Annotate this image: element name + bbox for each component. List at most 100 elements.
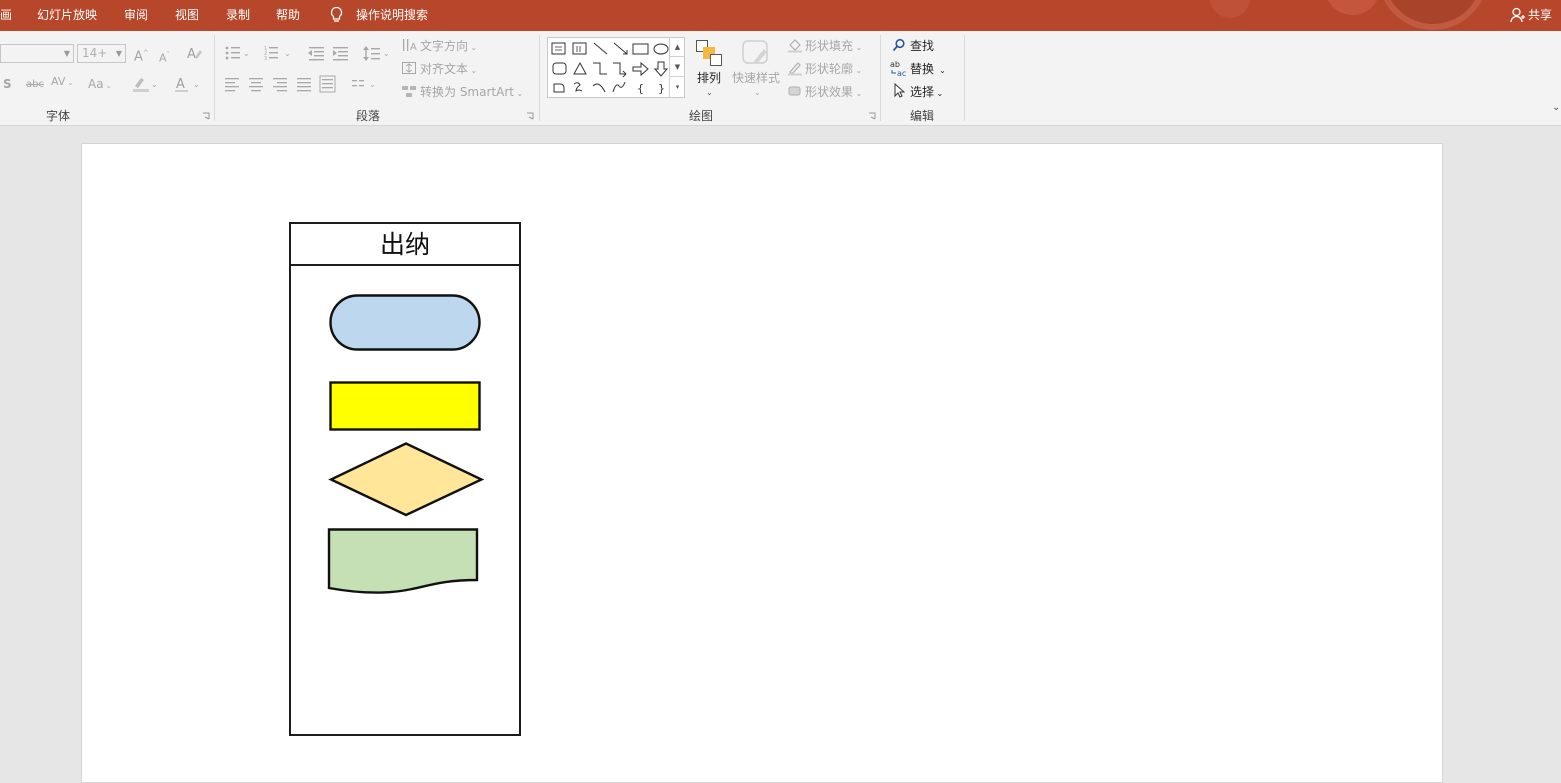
process-shape[interactable] xyxy=(329,381,481,431)
chevron-down-icon: ▼ xyxy=(63,49,70,58)
tell-me-search[interactable]: 操作说明搜索 xyxy=(356,7,428,23)
shape-fill-button[interactable]: 形状填充 ⌄ xyxy=(805,39,862,55)
svg-text:}: } xyxy=(658,82,665,95)
clear-formatting-icon[interactable]: A xyxy=(186,45,203,61)
gallery-more-icon[interactable]: ▾ xyxy=(670,77,685,97)
share-button[interactable]: 共享 xyxy=(1528,7,1552,23)
tab-view[interactable]: 视图 xyxy=(175,7,199,23)
character-spacing-icon[interactable]: AV ⌄ xyxy=(51,75,73,90)
shape-icons-grid: { } xyxy=(551,42,669,95)
shape-outline-label: 形状轮廓 xyxy=(805,62,854,76)
replace-icon: ab ac xyxy=(890,60,906,77)
text-direction-button[interactable]: 文字方向 ⌄ xyxy=(420,39,477,55)
shape-effects-button[interactable]: 形状效果 ⌄ xyxy=(805,85,862,101)
svg-text:⌄: ⌄ xyxy=(369,80,376,89)
align-text-icon[interactable] xyxy=(401,60,417,76)
dialog-launcher-icon[interactable] xyxy=(202,112,210,120)
svg-text:ac: ac xyxy=(897,69,906,77)
find-button[interactable]: 查找 xyxy=(910,39,934,53)
decision-shape[interactable] xyxy=(328,442,484,517)
svg-text:⌄: ⌄ xyxy=(243,49,250,58)
align-text-button[interactable]: 对齐文本 ⌄ xyxy=(420,62,477,78)
cursor-arrow-icon xyxy=(894,83,905,98)
group-separator xyxy=(964,35,965,121)
arrange-icon[interactable] xyxy=(695,39,723,67)
svg-text:A: A xyxy=(410,42,417,53)
font-size-combo[interactable]: 14+ ▼ xyxy=(77,44,126,63)
svg-text:⌄: ⌄ xyxy=(151,80,158,89)
text-direction-label: 文字方向 xyxy=(420,39,469,53)
gallery-scroll: ▲ ▼ ▾ xyxy=(669,37,685,98)
svg-text:⌄: ⌄ xyxy=(193,80,200,89)
tab-animations[interactable]: 画 xyxy=(0,7,12,23)
chevron-down-icon: ▼ xyxy=(115,49,122,58)
tab-record[interactable]: 录制 xyxy=(226,7,250,23)
shape-outline-icon[interactable] xyxy=(787,60,803,76)
tab-slideshow[interactable]: 幻灯片放映 xyxy=(37,7,97,23)
group-separator xyxy=(539,35,540,121)
font-name-combo[interactable]: ▼ xyxy=(0,44,74,63)
process-body xyxy=(329,381,481,431)
svg-text:⌄: ⌄ xyxy=(284,49,291,58)
paragraph-group-label: 段落 xyxy=(356,109,381,123)
decorative-circle xyxy=(1210,0,1250,18)
convert-smartart-button[interactable]: 转换为 SmartArt ⌄ xyxy=(420,85,523,101)
dialog-launcher-icon[interactable] xyxy=(868,112,876,120)
text-direction-icon[interactable]: A xyxy=(401,37,417,53)
ribbon: ▼ 14+ ▼ A^ Aˇ A S abc AV ⌄ Aa ⌄ ⌄ A ⌄ 字体… xyxy=(0,31,1561,126)
svg-text:ab: ab xyxy=(890,60,900,69)
shape-effects-label: 形状效果 xyxy=(805,85,854,99)
gallery-scroll-up-icon[interactable]: ▲ xyxy=(670,37,685,57)
drawing-group-label: 绘图 xyxy=(689,109,714,123)
lightbulb-icon xyxy=(330,6,343,22)
group-separator xyxy=(214,35,215,121)
gallery-scroll-down-icon[interactable]: ▼ xyxy=(670,57,685,77)
terminator-shape[interactable] xyxy=(329,294,481,351)
terminator-body xyxy=(329,294,481,351)
swimlane-title[interactable]: 出纳 xyxy=(291,224,519,266)
collapse-ribbon-icon[interactable]: ⌄ xyxy=(1552,101,1560,115)
convert-smartart-label: 转换为 SmartArt xyxy=(420,85,514,99)
select-button[interactable]: 选择 ⌄ xyxy=(910,85,943,101)
increase-font-size-icon[interactable]: A^ xyxy=(134,46,149,64)
replace-button[interactable]: 替换 ⌄ xyxy=(910,62,946,78)
change-case-icon[interactable]: Aa ⌄ xyxy=(88,77,112,93)
quick-styles-button[interactable]: 快速样式 xyxy=(732,71,780,85)
document-shape[interactable] xyxy=(327,528,480,596)
slide-canvas[interactable] xyxy=(81,143,1443,783)
svg-text:A: A xyxy=(176,77,185,92)
svg-text:3: 3 xyxy=(264,56,267,62)
document-body xyxy=(327,528,479,594)
highlight-color-icon[interactable]: ⌄ xyxy=(132,75,158,93)
font-color-icon[interactable]: A ⌄ xyxy=(174,75,200,93)
replace-label: 替换 xyxy=(910,62,935,76)
title-tab-bar: 画 幻灯片放映 审阅 视图 录制 帮助 操作说明搜索 共享 xyxy=(0,0,1561,31)
decrease-font-size-icon[interactable]: Aˇ xyxy=(159,48,170,66)
share-person-icon xyxy=(1510,7,1525,23)
decision-body xyxy=(328,442,484,517)
tab-review[interactable]: 审阅 xyxy=(124,7,148,23)
decorative-circle xyxy=(1378,0,1488,30)
svg-text:A: A xyxy=(187,47,196,61)
shape-fill-icon[interactable] xyxy=(787,37,803,53)
strikethrough-icon[interactable]: abc xyxy=(26,78,44,92)
decorative-circle xyxy=(1325,0,1380,15)
chevron-down-icon: ⌄ xyxy=(754,88,761,97)
font-group-label: 字体 xyxy=(46,109,71,123)
quick-styles-icon[interactable] xyxy=(741,39,771,67)
arrange-button[interactable]: 排列 xyxy=(697,71,721,85)
shapes-gallery[interactable]: { } xyxy=(547,37,685,98)
tab-help[interactable]: 帮助 xyxy=(276,7,300,23)
smartart-icon[interactable] xyxy=(401,83,417,99)
text-shadow-icon[interactable]: S xyxy=(3,77,12,91)
dialog-launcher-icon[interactable] xyxy=(526,112,534,120)
paragraph-list-tools: ⌄ 1 2 3 ⌄ ⌄ xyxy=(225,46,390,62)
paragraph-align-tools: ⌄ xyxy=(225,75,376,93)
shape-effects-icon[interactable] xyxy=(787,83,803,99)
svg-text:⌄: ⌄ xyxy=(383,49,390,58)
align-text-label: 对齐文本 xyxy=(420,62,469,76)
shape-outline-button[interactable]: 形状轮廓 ⌄ xyxy=(805,62,862,78)
search-icon xyxy=(892,38,905,52)
font-size-value: 14+ xyxy=(82,46,108,60)
svg-text:{: { xyxy=(637,82,644,95)
